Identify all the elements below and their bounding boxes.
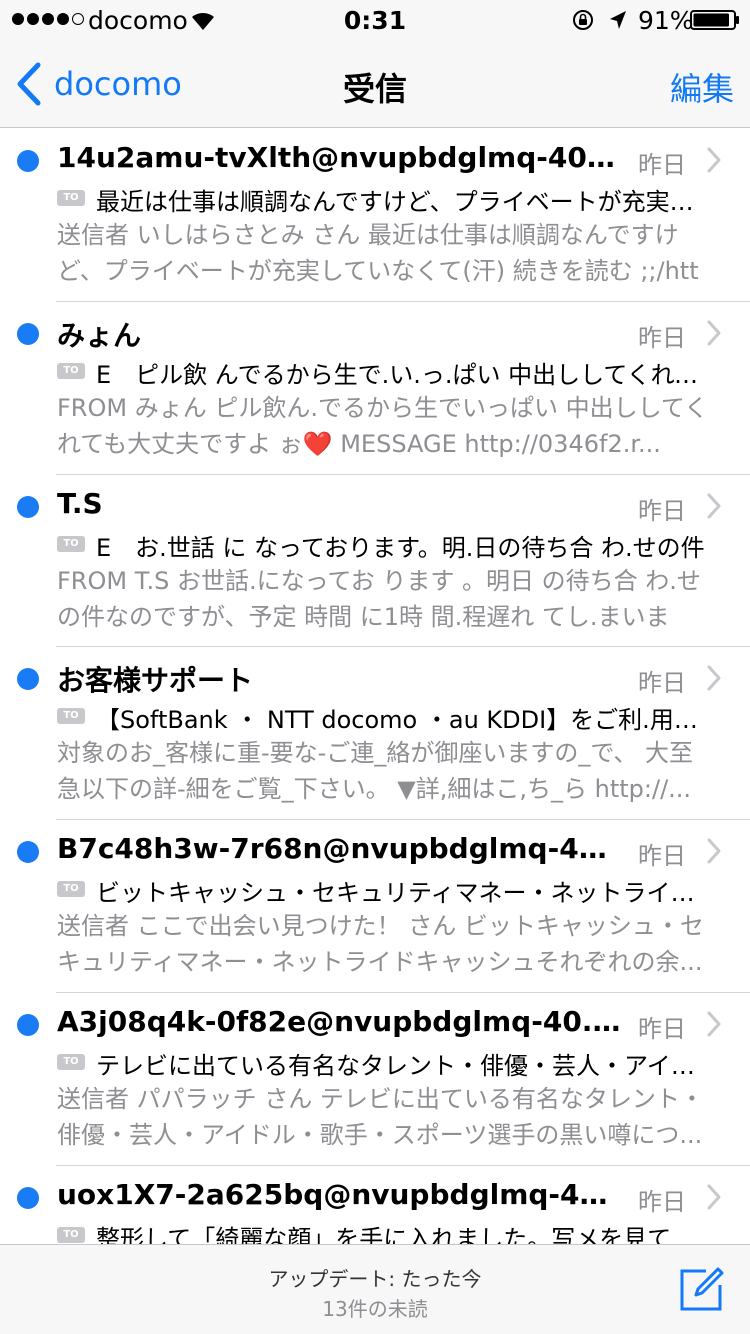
message-date: 昨日 <box>638 669 686 698</box>
to-badge: TO <box>57 535 85 552</box>
message-date: 昨日 <box>638 496 686 525</box>
to-badge: TO <box>57 362 85 379</box>
message-date: 昨日 <box>638 842 686 871</box>
message-date: 昨日 <box>638 323 686 352</box>
unread-indicator-icon <box>17 322 39 345</box>
message-subject: E ピル飲 んでるから生で.い.っ.ぱい 中出ししてくれても <box>96 360 708 389</box>
chevron-right-icon <box>707 838 721 864</box>
rotation-lock-icon <box>573 10 593 30</box>
message-subject: テレビに出ている有名なタレント・俳優・芸人・アイドル <box>96 1051 708 1080</box>
chevron-right-icon <box>707 1011 721 1037</box>
message-subject: 【SoftBank ・ NTT docomo ・au KDDI】をご利.用のお客… <box>96 706 708 735</box>
location-icon <box>610 11 626 29</box>
unread-indicator-icon <box>17 1013 39 1036</box>
chevron-right-icon <box>707 147 721 173</box>
message-preview: 対象のお_客様に重-要な-ご連_絡が御座いますの_で、 大至急以下の詳-細をご覧… <box>57 739 693 804</box>
message-sender: みょん <box>57 318 142 352</box>
message-preview: FROM みょん ピル飲ん.でるから生でいっぱい 中出ししてくれても大丈夫ですよ… <box>57 393 709 458</box>
to-badge: TO <box>57 1226 85 1243</box>
to-badge: TO <box>57 1053 85 1070</box>
message-date: 昨日 <box>638 151 686 179</box>
chevron-right-icon <box>707 1184 721 1210</box>
battery-icon <box>690 10 739 30</box>
message-preview: 送信者 パパラッチ さん テレビに出ている有名なタレント・俳優・芸人・アイドル・… <box>57 1084 704 1149</box>
message-sender: A3j08q4k-0f82e@nvupbdglmq-40.com <box>57 1004 625 1038</box>
to-badge: TO <box>57 190 85 206</box>
message-list[interactable]: 14u2amu-tvXlth@nvupbdglmq-40.com 昨日 TO 最… <box>0 129 750 1244</box>
message-row[interactable]: T.S 昨日 TO E お.世話 に なっております。明.日の待ち合 わ.せの件… <box>0 475 750 648</box>
message-row[interactable]: 14u2amu-tvXlth@nvupbdglmq-40.com 昨日 TO 最… <box>0 129 750 302</box>
unread-indicator-icon <box>17 150 39 172</box>
chevron-right-icon <box>707 320 721 346</box>
unread-indicator-icon <box>17 841 39 864</box>
message-preview: FROM T.S お世話.になってお ります 。明日 の待ち合 わ.せの件なので… <box>57 566 701 631</box>
message-row[interactable]: お客様サポート 昨日 TO 【SoftBank ・ NTT docomo ・au… <box>0 647 750 820</box>
message-sender: B7c48h3w-7r68n@nvupbdglmq-40.com <box>57 832 625 866</box>
message-date: 昨日 <box>638 1187 686 1216</box>
message-sender: T.S <box>57 486 103 520</box>
message-preview: 送信者 ここで出会い見つけた！ さん ビットキャッシュ・セキュリティマネー・ネッ… <box>57 912 704 977</box>
bottom-toolbar: アップデート: たった今 13件の未読 <box>0 1244 750 1334</box>
message-row[interactable]: B7c48h3w-7r68n@nvupbdglmq-40.com 昨日 TO ビ… <box>0 820 750 993</box>
message-subject: ビットキャッシュ・セキュリティマネー・ネットライドキャッシュ <box>96 879 708 908</box>
page-title: 受信 <box>342 70 407 108</box>
message-subject: 整形して「綺麗な顔」を手に入れました。写メを見てください <box>96 1224 708 1244</box>
navigation-bar: docomo 受信 編集 <box>0 40 750 128</box>
unread-indicator-icon <box>17 1186 39 1209</box>
message-sender: uox1X7-2a625bq@nvupbdglmq-40.com <box>57 1177 625 1211</box>
battery-percentage: 91% <box>638 6 694 35</box>
chevron-right-icon <box>707 493 721 519</box>
message-row[interactable]: uox1X7-2a625bq@nvupbdglmq-40.com 昨日 TO 整… <box>0 1166 750 1244</box>
message-row[interactable]: A3j08q4k-0f82e@nvupbdglmq-40.com 昨日 TO テ… <box>0 993 750 1166</box>
compose-icon[interactable] <box>678 1265 726 1313</box>
unread-indicator-icon <box>17 668 39 691</box>
update-status: アップデート: たった今 <box>268 1267 482 1291</box>
message-row[interactable]: みょん 昨日 TO E ピル飲 んでるから生で.い.っ.ぱい 中出ししてくれても… <box>0 302 750 475</box>
edit-button[interactable]: 編集 <box>670 64 734 110</box>
message-sender: お客様サポート <box>57 664 254 698</box>
status-bar: docomo 0:31 91% <box>0 0 750 40</box>
message-sender: 14u2amu-tvXlth@nvupbdglmq-40.com <box>57 141 625 174</box>
to-badge: TO <box>57 881 85 898</box>
message-preview: 送信者 いしはらさとみ さん 最近は仕事は順調なんですけど、プライベートが充実し… <box>57 221 699 285</box>
chevron-right-icon <box>707 665 721 691</box>
message-date: 昨日 <box>638 1014 686 1043</box>
message-subject: 最近は仕事は順調なんですけど、プライベートが充実していなくて <box>96 188 708 216</box>
unread-indicator-icon <box>17 495 39 518</box>
unread-count: 13件の未読 <box>322 1297 428 1321</box>
to-badge: TO <box>57 708 85 725</box>
message-subject: E お.世話 に なっております。明.日の待ち合 わ.せの件 <box>96 533 705 562</box>
